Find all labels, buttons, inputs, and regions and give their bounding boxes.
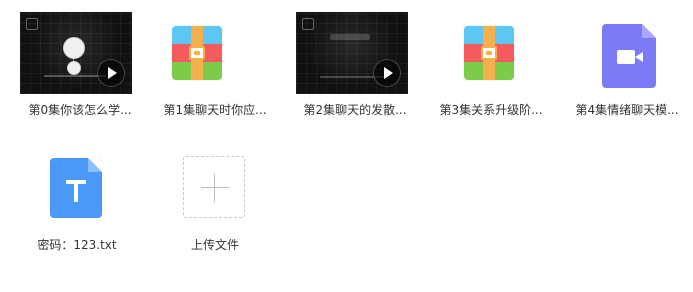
upload-thumbnail[interactable] [150, 126, 280, 218]
file-thumbnail-4[interactable] [562, 0, 692, 88]
text-t-stem [74, 180, 78, 202]
archive-clasp [481, 46, 497, 60]
file-item-4[interactable]: 第4集情绪聊天模... [562, 0, 692, 120]
thumbnail-title-line [330, 34, 370, 40]
file-name[interactable]: 第0集你该怎么学... [15, 101, 145, 118]
file-item-5[interactable]: 密码：123.txt [12, 126, 142, 252]
file-name[interactable]: 第4集情绪聊天模... [562, 101, 692, 118]
archive-icon [172, 26, 222, 80]
file-item-2[interactable]: 第2集聊天的发散... [290, 0, 420, 120]
file-name[interactable]: 密码：123.txt [12, 236, 142, 253]
video-thumbnail-icon [296, 12, 408, 94]
play-icon[interactable] [97, 59, 125, 87]
upload-label[interactable]: 上传文件 [150, 236, 280, 253]
text-file-icon [50, 158, 102, 218]
file-item-1[interactable]: 第1集聊天时你应... [150, 0, 280, 120]
video-thumbnail-icon [20, 12, 132, 94]
file-name[interactable]: 第3集关系升级阶... [426, 101, 556, 118]
thumbnail-logo-icon [302, 18, 314, 30]
archive-clasp [189, 46, 205, 60]
video-file-icon [602, 24, 656, 88]
file-name[interactable]: 第1集聊天时你应... [150, 101, 280, 118]
file-thumbnail-0[interactable] [15, 0, 145, 94]
plus-icon [201, 187, 229, 188]
file-thumbnail-5[interactable] [12, 126, 142, 218]
diagram-node-icon [67, 61, 81, 75]
upload-box[interactable] [183, 156, 245, 218]
file-name[interactable]: 第2集聊天的发散... [290, 101, 420, 118]
play-icon[interactable] [373, 59, 401, 87]
thumbnail-logo-icon [26, 18, 38, 30]
file-thumbnail-2[interactable] [290, 0, 420, 94]
file-thumbnail-3[interactable] [426, 0, 556, 88]
diagram-node-icon [63, 37, 85, 59]
file-item-0[interactable]: 第0集你该怎么学... [15, 0, 145, 120]
plus-icon-vertical [214, 174, 215, 202]
camera-icon [617, 50, 635, 64]
camera-lens-icon [635, 52, 643, 62]
file-thumbnail-1[interactable] [150, 0, 280, 88]
archive-icon [464, 26, 514, 80]
upload-file-button[interactable]: 上传文件 [150, 126, 280, 252]
file-item-3[interactable]: 第3集关系升级阶... [426, 0, 556, 120]
